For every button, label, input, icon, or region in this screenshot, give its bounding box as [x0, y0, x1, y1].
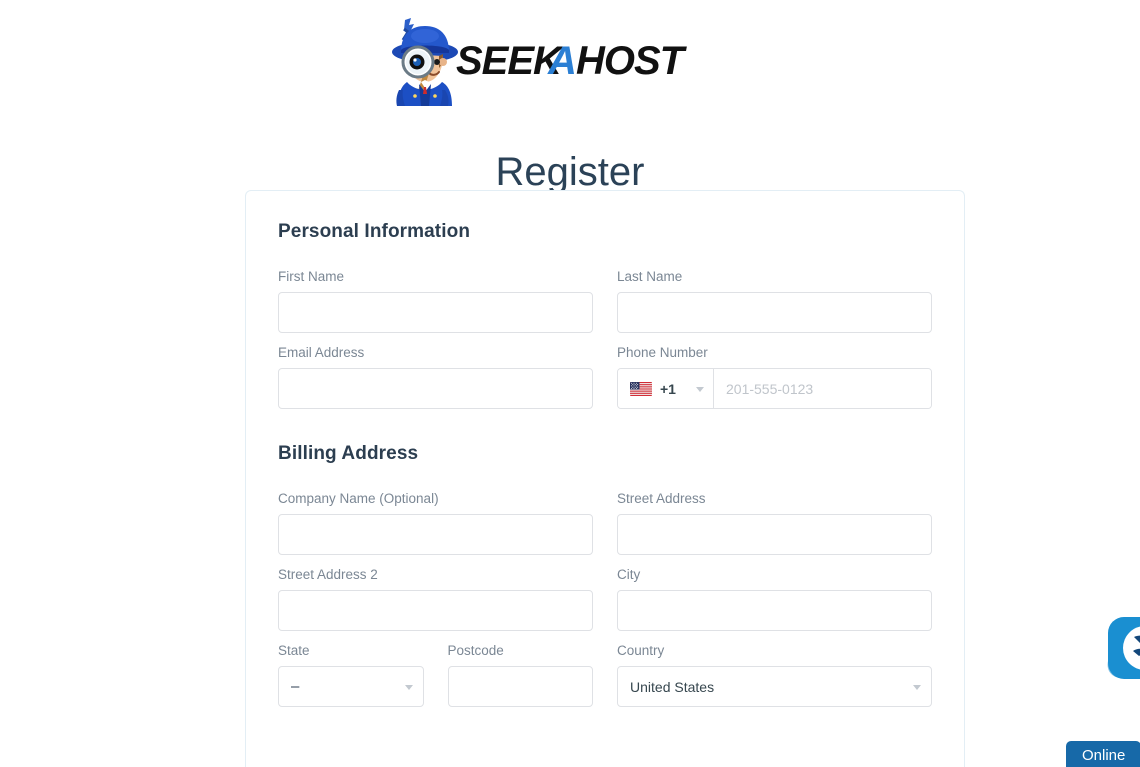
phone-dial-code: +1 — [660, 380, 676, 397]
section-heading-personal: Personal Information — [278, 221, 471, 242]
register-page: SEEK A HOST Register Personal Informatio… — [0, 0, 1140, 767]
field-phone: Phone Number +1 201-555-0123 — [617, 345, 932, 409]
chat-launcher-button[interactable] — [1104, 615, 1140, 687]
chevron-down-icon — [404, 684, 413, 690]
label-postcode: Postcode — [447, 643, 504, 658]
page-title: Register — [495, 149, 645, 194]
label-email: Email Address — [278, 345, 365, 360]
label-country: Country — [617, 643, 665, 658]
label-last-name: Last Name — [617, 269, 683, 284]
form-row: State – Postcode Country United States — [278, 643, 932, 707]
postcode-input[interactable] — [447, 666, 594, 707]
label-company-name: Company Name (Optional) — [278, 491, 439, 506]
label-first-name: First Name — [278, 269, 345, 284]
city-input[interactable] — [617, 590, 932, 631]
chevron-down-icon — [912, 684, 921, 690]
label-phone: Phone Number — [617, 345, 708, 360]
site-logo[interactable]: SEEK A HOST — [0, 16, 1140, 106]
last-name-input[interactable] — [617, 292, 932, 333]
phone-country-selector[interactable]: +1 — [618, 369, 714, 408]
field-city: City — [617, 567, 932, 631]
label-street-address-2: Street Address 2 — [278, 567, 378, 582]
first-name-input[interactable] — [278, 292, 593, 333]
svg-text:HOST: HOST — [576, 39, 688, 83]
svg-text:A: A — [547, 39, 576, 83]
form-row: Email Address Phone Number +1 201-555-01… — [278, 345, 932, 409]
field-state: State – — [278, 643, 424, 707]
street-address-2-input[interactable] — [278, 590, 593, 631]
country-select[interactable]: United States — [617, 666, 932, 707]
chevron-down-icon — [696, 386, 704, 392]
field-company-name: Company Name (Optional) — [278, 491, 593, 555]
label-street-address: Street Address — [617, 491, 706, 506]
field-street-address: Street Address — [617, 491, 932, 555]
form-row: Street Address 2 City — [278, 567, 932, 631]
field-last-name: Last Name — [617, 269, 932, 333]
logo-wordmark: SEEK A HOST — [456, 39, 689, 83]
phone-number-input[interactable] — [714, 369, 931, 408]
field-postcode: Postcode — [447, 643, 594, 707]
label-city: City — [617, 567, 641, 582]
logo-mascot-icon — [391, 18, 458, 106]
form-row: First Name Last Name — [278, 269, 932, 333]
country-select-value: United States — [630, 678, 715, 695]
phone-input-group: +1 — [617, 368, 932, 409]
us-flag-icon — [630, 381, 652, 396]
field-country: Country United States — [617, 643, 932, 707]
field-email: Email Address — [278, 345, 593, 409]
form-row: Company Name (Optional) Street Address — [278, 491, 932, 555]
street-address-input[interactable] — [617, 514, 932, 555]
register-form-card: Personal Information First Name Last Nam… — [245, 190, 965, 767]
company-name-input[interactable] — [278, 514, 593, 555]
chat-status-badge[interactable]: Online — [1066, 741, 1140, 767]
label-state: State — [278, 643, 310, 658]
field-street-address-2: Street Address 2 — [278, 567, 593, 631]
field-first-name: First Name — [278, 269, 593, 333]
section-heading-billing: Billing Address — [278, 443, 419, 464]
email-input[interactable] — [278, 368, 593, 409]
state-select[interactable]: – — [278, 666, 424, 707]
state-select-value: – — [291, 678, 300, 695]
